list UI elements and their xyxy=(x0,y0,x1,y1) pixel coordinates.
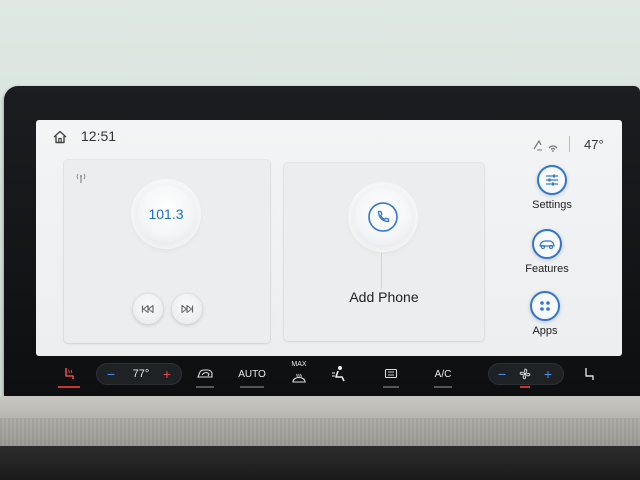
apps-icon-wrap xyxy=(530,291,560,321)
settings-sliders-icon xyxy=(546,174,558,186)
heated-seat-button[interactable] xyxy=(56,364,82,384)
connectivity-icons xyxy=(533,139,558,152)
airflow-seat-icon xyxy=(332,366,345,382)
fan-level-indicator xyxy=(520,386,530,388)
features-label: Features xyxy=(525,263,569,275)
ac-indicator xyxy=(434,386,452,388)
phone-divider-line xyxy=(381,253,382,289)
apps-label: Apps xyxy=(532,325,558,337)
ac-button[interactable]: A/C xyxy=(430,364,456,384)
fan-speed-value xyxy=(514,364,536,384)
phone-card[interactable]: Add Phone xyxy=(284,163,484,341)
radio-station-knob[interactable]: 101.3 xyxy=(137,185,195,243)
driver-temp-up-button[interactable]: + xyxy=(156,364,178,384)
rear-defrost-button[interactable] xyxy=(380,364,402,384)
auto-climate-button[interactable]: AUTO xyxy=(236,364,268,384)
settings-label: Settings xyxy=(532,199,572,211)
seek-back-button[interactable] xyxy=(133,294,163,324)
seek-back-icon xyxy=(141,304,154,314)
settings-icon-wrap xyxy=(537,165,567,195)
driver-temp-down-button[interactable]: − xyxy=(100,364,122,384)
apps-button[interactable]: Apps xyxy=(510,291,580,337)
antenna-icon xyxy=(76,173,86,183)
driver-mode-button[interactable] xyxy=(328,364,350,384)
status-bar: 12:51 47° xyxy=(36,120,622,154)
add-phone-label: Add Phone xyxy=(349,289,419,305)
heated-seat-indicator xyxy=(58,386,80,388)
seek-forward-icon xyxy=(181,304,194,314)
front-defrost-icon xyxy=(292,373,306,383)
radio-card[interactable]: 101.3 xyxy=(64,160,270,343)
passenger-seat-button[interactable] xyxy=(578,364,600,384)
air-vent xyxy=(0,418,640,448)
climate-control-bar: − 77° + AUTO MAX A/C − + xyxy=(50,358,606,390)
heated-seat-icon xyxy=(65,368,74,379)
outside-temperature: 47° xyxy=(584,137,604,152)
car-icon xyxy=(539,240,555,250)
home-icon[interactable] xyxy=(52,129,68,145)
max-defrost-button[interactable] xyxy=(286,368,312,388)
recirculation-button[interactable] xyxy=(192,364,218,384)
rear-defrost-indicator xyxy=(383,386,399,388)
dashboard-lower xyxy=(0,446,640,480)
fan-speed-down-button[interactable]: − xyxy=(492,364,512,384)
rear-defrost-icon xyxy=(384,368,398,379)
fan-speed-up-button[interactable]: + xyxy=(538,364,558,384)
status-divider xyxy=(569,136,570,152)
seat-icon xyxy=(585,368,594,380)
fan-icon xyxy=(519,368,531,380)
features-button[interactable]: Features xyxy=(512,229,582,275)
driver-temp-value: 77° xyxy=(132,368,150,380)
recirculation-icon xyxy=(197,369,213,378)
settings-button[interactable]: Settings xyxy=(517,165,587,211)
apps-grid-icon xyxy=(540,301,550,311)
auto-indicator xyxy=(240,386,264,388)
phone-knob[interactable] xyxy=(354,188,412,246)
radio-station-frequency: 101.3 xyxy=(148,206,184,222)
infotainment-screen: 12:51 47° 101.3 Add Phone Settings Featu… xyxy=(36,120,622,356)
seek-forward-button[interactable] xyxy=(172,294,202,324)
recirculation-indicator xyxy=(196,386,214,388)
clock: 12:51 xyxy=(81,128,117,144)
features-icon-wrap xyxy=(532,229,562,259)
phone-icon xyxy=(368,202,398,232)
